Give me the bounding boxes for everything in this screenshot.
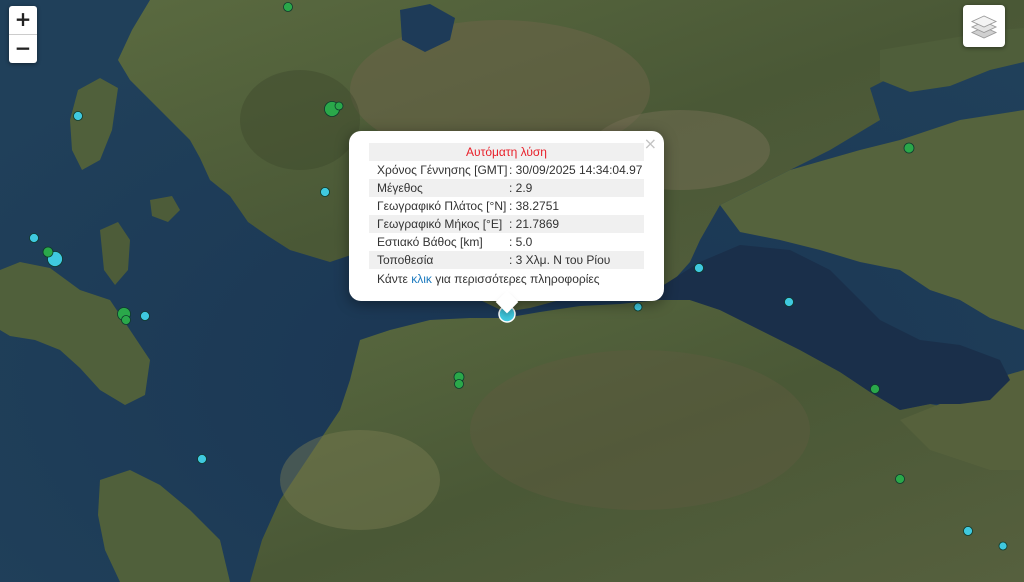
info-value: : 38.2751 xyxy=(509,199,560,213)
layers-control-button[interactable] xyxy=(963,5,1005,47)
earthquake-marker[interactable] xyxy=(903,142,915,154)
earthquake-marker[interactable] xyxy=(197,454,207,464)
footer-suffix: για περισσότερες πληροφορίες xyxy=(431,272,600,286)
footer-prefix: Κάντε xyxy=(377,272,412,286)
earthquake-marker[interactable] xyxy=(73,111,83,121)
info-label: Μέγεθος xyxy=(377,181,423,195)
earthquake-marker[interactable] xyxy=(140,311,150,321)
earthquake-marker[interactable] xyxy=(29,233,39,243)
info-label: Τοποθεσία xyxy=(377,253,434,267)
info-row-location: Τοποθεσία : 3 Χλμ. Ν του Ρίου xyxy=(369,251,644,269)
earthquake-marker[interactable] xyxy=(454,379,464,389)
info-label: Χρόνος Γέννησης [GMT] xyxy=(377,163,508,177)
earthquake-marker[interactable] xyxy=(283,2,293,12)
info-row-origin-time: Χρόνος Γέννησης [GMT] : 30/09/2025 14:34… xyxy=(369,161,644,179)
earthquake-marker[interactable] xyxy=(42,246,54,258)
info-value: : 2.9 xyxy=(509,181,533,195)
info-value: : 30/09/2025 14:34:04.97 xyxy=(509,163,643,177)
info-label: Εστιακό Βάθος [km] xyxy=(377,235,483,249)
popup-title: Αυτόματη λύση xyxy=(369,143,644,161)
info-value: : 5.0 xyxy=(509,235,533,249)
earthquake-marker[interactable] xyxy=(694,263,704,273)
info-label: Γεωγραφικό Μήκος [°E] xyxy=(377,217,503,231)
info-value: : 3 Χλμ. Ν του Ρίου xyxy=(509,253,611,267)
earthquake-marker[interactable] xyxy=(895,474,905,484)
zoom-out-button[interactable]: − xyxy=(9,34,37,63)
popup-footer: Κάντε κλικ για περισσότερες πληροφορίες xyxy=(369,270,644,288)
earthquake-marker[interactable] xyxy=(121,315,131,325)
earthquake-marker[interactable] xyxy=(998,541,1008,551)
earthquake-marker[interactable] xyxy=(334,101,344,111)
earthquake-marker[interactable] xyxy=(784,297,794,307)
earthquake-marker[interactable] xyxy=(870,384,880,394)
forest-shade xyxy=(240,70,360,170)
earthquake-marker[interactable] xyxy=(963,526,973,536)
plain-shade xyxy=(280,430,440,530)
zoom-control: + − xyxy=(9,6,37,63)
info-row-latitude: Γεωγραφικό Πλάτος [°N] : 38.2751 xyxy=(369,197,644,215)
info-value: : 21.7869 xyxy=(509,217,560,231)
earthquake-popup: × Αυτόματη λύση Χρόνος Γέννησης [GMT] : … xyxy=(349,131,664,314)
info-row-magnitude: Μέγεθος : 2.9 xyxy=(369,179,644,197)
layers-icon xyxy=(970,15,998,39)
mountain-shade xyxy=(470,350,810,510)
earthquake-marker[interactable] xyxy=(633,302,643,312)
info-label: Γεωγραφικό Πλάτος [°N] xyxy=(377,199,507,213)
info-row-depth: Εστιακό Βάθος [km] : 5.0 xyxy=(369,233,644,251)
popup-close-button[interactable]: × xyxy=(644,134,657,153)
more-info-link[interactable]: κλικ xyxy=(411,272,432,286)
zoom-in-button[interactable]: + xyxy=(9,6,37,34)
satellite-map[interactable]: + − × Αυτόματη λύση Χρόνος Γέννησης [GMT… xyxy=(0,0,1024,582)
earthquake-marker[interactable] xyxy=(320,187,330,197)
info-row-longitude: Γεωγραφικό Μήκος [°E] : 21.7869 xyxy=(369,215,644,233)
